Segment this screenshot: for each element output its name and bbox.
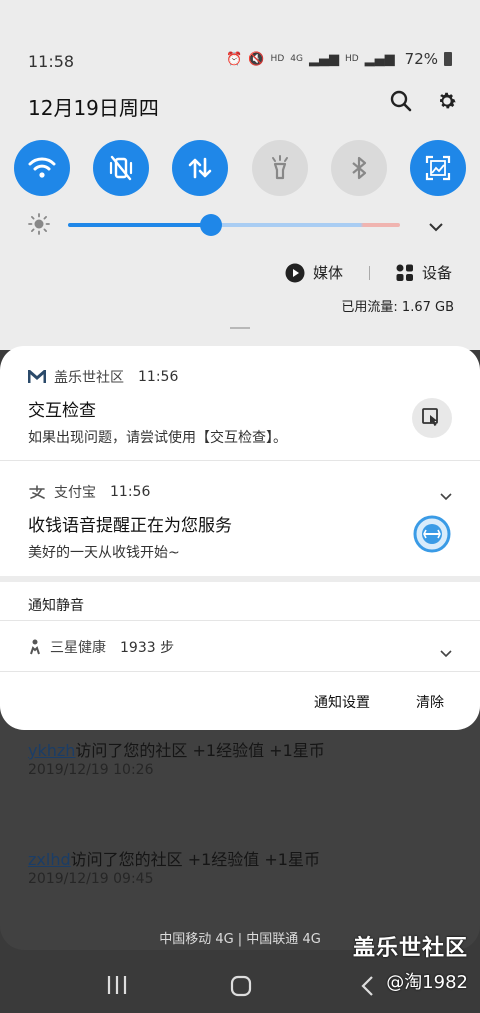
notification-body: 如果出现问题，请尝试使用【交互检查】。 [28,430,287,446]
brightness-thumb[interactable] [199,214,222,236]
chevron-down-icon[interactable] [428,218,444,237]
section-divider [0,576,480,582]
feed-text: 访问了您的社区 +1经验值 +1星币 [75,741,325,760]
signal-icon: ▂▄▆ [308,51,339,67]
interaction-check-button[interactable] [412,398,452,438]
feed-date: 2019/12/19 09:45 [28,871,154,887]
feed-entry: ykhzh访问了您的社区 +1经验值 +1星币 [28,737,325,761]
app-name: 盖乐世社区 [54,370,124,386]
feed-date: 2019/12/19 10:26 [28,762,154,778]
data-usage-label: 已用流量: 1.67 GB [341,300,454,315]
bluetooth-tile[interactable] [330,140,387,196]
gear-icon[interactable] [436,90,458,112]
data-transfer-icon [189,157,212,179]
flashlight-icon [271,155,288,180]
hd-label: HD [270,54,285,64]
app-name: 三星健康 [50,640,106,656]
hd-label: HD [344,54,359,64]
screenshot-tile[interactable] [409,140,466,196]
search-icon[interactable] [390,90,412,112]
app-name: 支付宝 [54,485,96,501]
watermark-handle: @淘1982 [386,972,468,993]
notification-header: 支付宝 11:56 [28,482,150,502]
feed-text: 访问了您的社区 +1经验值 +1星币 [70,850,320,869]
devices-grid-icon [396,264,413,281]
vibrate-mute-icon [110,155,133,181]
clear-button[interactable]: 清除 [416,692,444,712]
bluetooth-icon [352,156,366,180]
recent-apps-icon[interactable] [106,975,128,999]
samsung-health-icon [30,639,40,655]
media-button[interactable]: 媒体 [285,262,343,283]
notification-settings-button[interactable]: 通知设置 [314,692,370,712]
media-label: 媒体 [312,264,343,282]
quick-settings-panel: 11:58 ⏰ 🔇 HD 4G ▂▄▆ HD ▂▄▆ 72% 12月19日周四 [0,0,480,350]
silent-section-label: 通知静音 [28,598,84,614]
notification-time: 11:56 [138,369,179,385]
signal-icon: ▂▄▆ [364,51,395,67]
mute-icon: 🔇 [248,51,265,67]
battery-percent: 72% [404,50,438,68]
chevron-down-icon[interactable] [440,643,452,662]
status-time: 11:58 [28,52,75,71]
feed-entry: zxlhd访问了您的社区 +1经验值 +1星币 [28,846,320,870]
notification-body: 美好的一天从收钱开始~ [28,545,180,561]
devices-label: 设备 [421,264,452,282]
notification-detail: 1933 步 [120,640,175,656]
drag-handle[interactable] [230,327,250,329]
voice-alert-icon [412,514,452,558]
notification-header: 盖乐世社区 11:56 [28,367,178,387]
silent-notification[interactable]: 三星健康 1933 步 [0,621,480,671]
home-icon[interactable] [230,975,252,1001]
notification-title: 收钱语音提醒正在为您服务 [28,516,232,536]
watermark: 盖乐世社区 @淘1982 [353,930,468,994]
play-icon [285,263,305,282]
divider [0,671,480,672]
wifi-icon [28,157,56,178]
touch-check-icon [422,408,438,426]
watermark-title: 盖乐世社区 [352,936,468,961]
feed-user-link[interactable]: ykhzh [28,741,75,760]
notification-card[interactable]: 支付宝 11:56 收钱语音提醒正在为您服务 美好的一天从收钱开始~ [0,461,480,576]
status-icons: ⏰ 🔇 HD 4G ▂▄▆ HD ▂▄▆ 72% [226,50,452,68]
notification-header: 三星健康 1933 步 [28,637,174,657]
sound-tile[interactable] [93,140,150,196]
samsung-members-icon [28,370,46,383]
date-label: 12月19日周四 [28,96,159,120]
feed-user-link[interactable]: zxlhd [28,850,71,869]
network-4g-label: 4G [290,54,303,64]
notification-card[interactable]: 盖乐世社区 11:56 交互检查 如果出现问题，请尝试使用【交互检查】。 [0,346,480,460]
notification-title: 交互检查 [28,401,96,421]
mobile-data-tile[interactable] [172,140,229,196]
quick-tiles [14,140,466,196]
devices-button[interactable]: 设备 [396,262,452,283]
screen-capture-icon [425,155,451,181]
brightness-icon [28,213,50,239]
media-device-row: 媒体 设备 [285,262,452,283]
chevron-down-icon[interactable] [440,486,452,505]
notification-time: 11:56 [110,484,151,500]
wifi-tile[interactable] [14,140,70,196]
alarm-icon: ⏰ [226,51,243,67]
notification-panel: 盖乐世社区 11:56 交互检查 如果出现问题，请尝试使用【交互检查】。 支付宝… [0,346,480,730]
top-actions [390,90,458,112]
flashlight-tile[interactable] [251,140,308,196]
alipay-icon [29,485,45,499]
divider [368,265,370,280]
battery-icon [444,52,452,66]
brightness-slider[interactable] [68,223,400,227]
